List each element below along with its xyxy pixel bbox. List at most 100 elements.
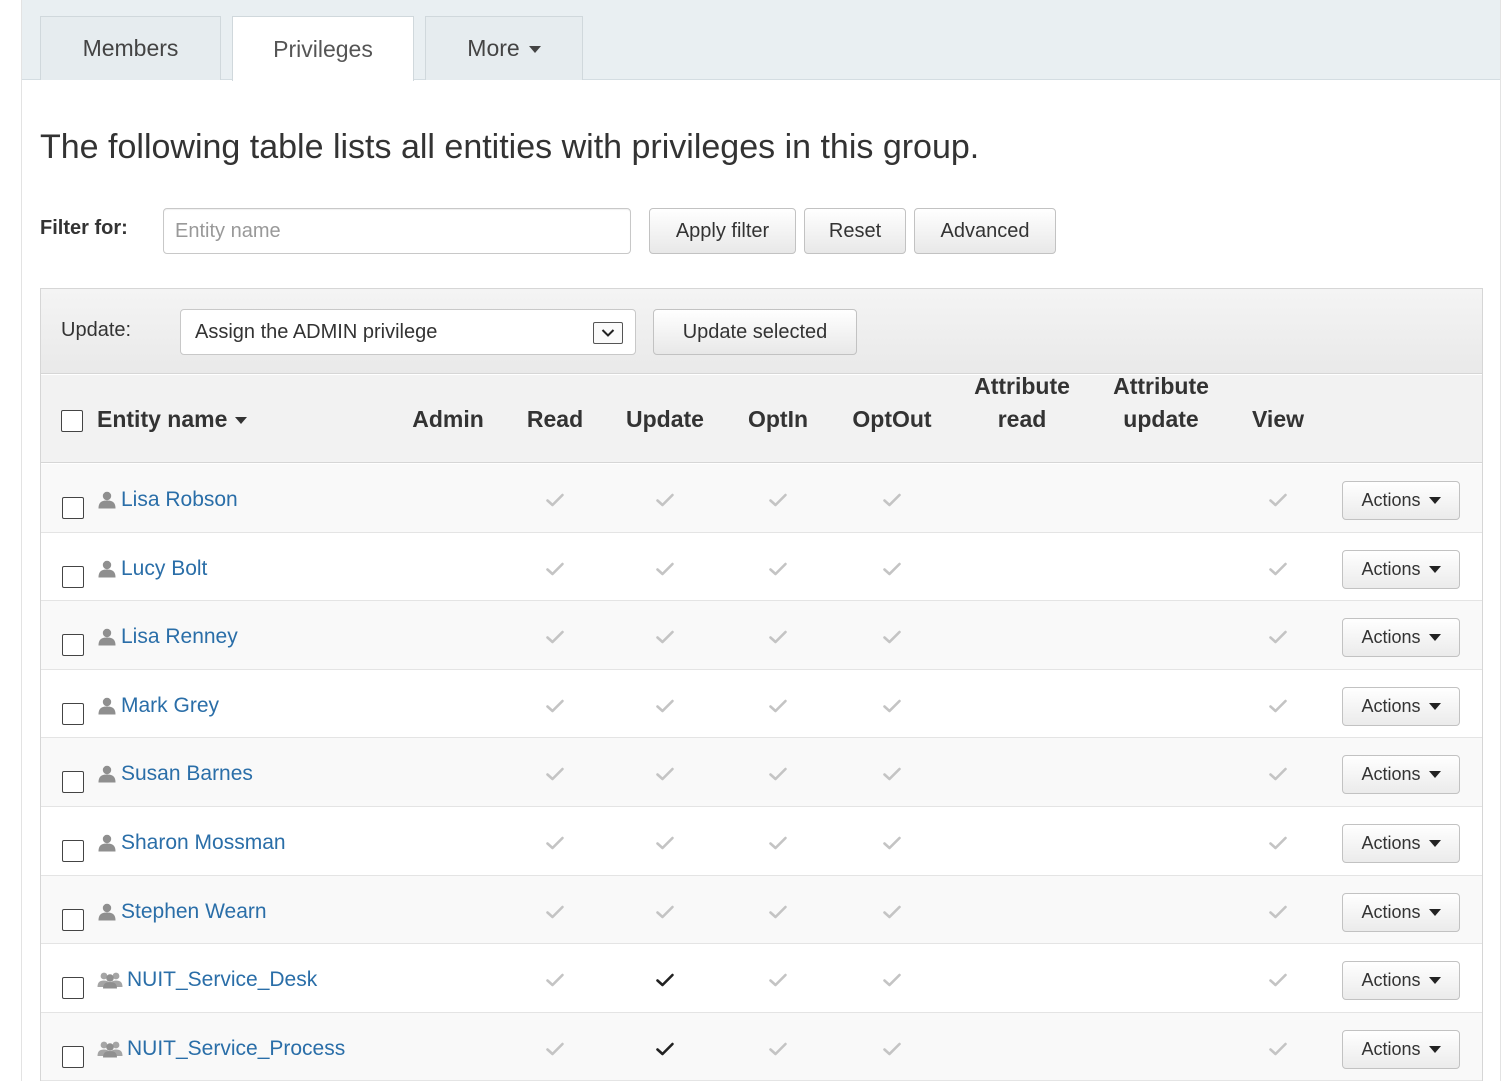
- column-entity-name[interactable]: Entity name: [97, 403, 248, 436]
- advanced-label: Advanced: [940, 219, 1030, 242]
- check-icon: [768, 904, 788, 920]
- entity-name-link[interactable]: Lisa Robson: [121, 488, 238, 512]
- actions-button[interactable]: Actions: [1342, 961, 1460, 1001]
- reset-button[interactable]: Reset: [804, 208, 906, 254]
- check-icon: [768, 835, 788, 851]
- actions-label: Actions: [1361, 490, 1421, 510]
- check-icon: [655, 629, 675, 645]
- chevron-down-icon: [1428, 1045, 1441, 1053]
- check-icon: [545, 561, 565, 577]
- table-row: Lisa Renney Actions: [41, 601, 1482, 670]
- actions-label: Actions: [1361, 695, 1421, 716]
- check-icon: [1268, 972, 1288, 988]
- check-icon: [882, 698, 902, 714]
- entity-name-link[interactable]: NUIT_Service_Desk: [127, 968, 317, 992]
- row-checkbox[interactable]: [62, 771, 84, 794]
- chevron-down-icon: [1428, 702, 1441, 710]
- chevron-down-icon: [1428, 565, 1441, 573]
- tab-members[interactable]: Members: [40, 16, 221, 80]
- tab-privileges[interactable]: Privileges: [232, 16, 414, 81]
- row-checkbox[interactable]: [62, 1045, 84, 1068]
- entity-name-link[interactable]: Lucy Bolt: [121, 557, 207, 581]
- row-checkbox[interactable]: [62, 977, 84, 1000]
- row-checkbox[interactable]: [62, 702, 84, 725]
- privilege-action-select[interactable]: Assign the ADMIN privilege: [180, 309, 636, 355]
- column-read: Read: [526, 406, 584, 432]
- check-icon: [768, 766, 788, 782]
- table-row: Mark Grey Actions: [41, 669, 1482, 739]
- advanced-button[interactable]: Advanced: [914, 208, 1056, 254]
- check-icon: [882, 492, 902, 508]
- tab-more-label: More: [467, 35, 520, 61]
- check-icon: [655, 766, 675, 782]
- actions-label: Actions: [1361, 764, 1421, 785]
- check-icon: [768, 1041, 788, 1057]
- column-optout: OptOut: [852, 406, 932, 432]
- actions-label: Actions: [1361, 1038, 1421, 1059]
- entity-name-link[interactable]: Mark Grey: [121, 694, 219, 718]
- check-icon: [1268, 835, 1288, 851]
- actions-button[interactable]: Actions: [1342, 892, 1460, 932]
- chevron-down-icon: [1428, 634, 1441, 642]
- row-checkbox[interactable]: [62, 565, 84, 588]
- check-icon: [545, 972, 565, 988]
- row-checkbox[interactable]: [62, 634, 84, 657]
- person-icon: [97, 560, 117, 578]
- check-icon: [768, 972, 788, 988]
- person-icon: [97, 628, 117, 646]
- check-icon: [655, 561, 675, 577]
- privileges-table-body: Lisa Robson Actions Lucy Bolt Actions Lisa R…: [41, 464, 1482, 1081]
- column-admin: Admin: [412, 406, 484, 432]
- group-icon: [97, 1040, 123, 1058]
- row-checkbox[interactable]: [62, 497, 84, 519]
- update-selected-label: Update selected: [682, 320, 828, 343]
- check-icon: [1268, 492, 1288, 508]
- column-attribute-read: Attribute read: [964, 370, 1080, 436]
- actions-button[interactable]: Actions: [1342, 823, 1460, 863]
- actions-button[interactable]: Actions: [1342, 549, 1460, 589]
- column-optin: OptIn: [747, 406, 809, 432]
- check-icon: [882, 1041, 902, 1057]
- check-icon: [882, 766, 902, 782]
- entity-name-link[interactable]: Stephen Wearn: [121, 900, 267, 924]
- column-entity-name-label: Entity name: [97, 406, 228, 432]
- check-icon: [545, 698, 565, 714]
- column-view: View: [1252, 406, 1304, 432]
- left-rail: [0, 0, 22, 1081]
- check-icon: [655, 1041, 675, 1057]
- actions-button[interactable]: Actions: [1342, 686, 1460, 726]
- entity-name-link[interactable]: Susan Barnes: [121, 762, 253, 786]
- actions-button[interactable]: Actions: [1342, 1029, 1460, 1069]
- chevron-down-icon: [1428, 771, 1441, 779]
- check-icon: [768, 492, 788, 508]
- actions-button[interactable]: Actions: [1342, 481, 1460, 520]
- tab-more[interactable]: More: [425, 16, 583, 80]
- actions-label: Actions: [1361, 627, 1421, 648]
- chevron-down-icon: [1428, 497, 1441, 504]
- check-icon: [1268, 629, 1288, 645]
- entity-name-link[interactable]: Lisa Renney: [121, 625, 238, 649]
- check-icon: [545, 492, 565, 508]
- filter-label: Filter for:: [40, 217, 128, 239]
- actions-button[interactable]: Actions: [1342, 618, 1460, 658]
- check-icon: [1268, 698, 1288, 714]
- select-all-checkbox[interactable]: [61, 410, 83, 432]
- column-attribute-read-line2: read: [997, 406, 1047, 432]
- entity-name-link[interactable]: Sharon Mossman: [121, 831, 286, 855]
- actions-button[interactable]: Actions: [1342, 755, 1460, 795]
- table-row: Lisa Robson Actions: [41, 464, 1482, 533]
- update-selected-button[interactable]: Update selected: [653, 309, 857, 355]
- check-icon: [1268, 904, 1288, 920]
- check-icon: [768, 561, 788, 577]
- check-icon: [882, 629, 902, 645]
- check-icon: [882, 904, 902, 920]
- entity-name-filter-input[interactable]: [163, 208, 631, 254]
- entity-name-link[interactable]: NUIT_Service_Process: [127, 1037, 345, 1061]
- check-icon: [1268, 766, 1288, 782]
- tab-bar: Members Privileges More: [22, 0, 1500, 81]
- check-icon: [655, 972, 675, 988]
- chevron-down-icon: [528, 46, 541, 53]
- apply-filter-button[interactable]: Apply filter: [649, 208, 796, 254]
- row-checkbox[interactable]: [62, 839, 84, 862]
- row-checkbox[interactable]: [62, 908, 84, 931]
